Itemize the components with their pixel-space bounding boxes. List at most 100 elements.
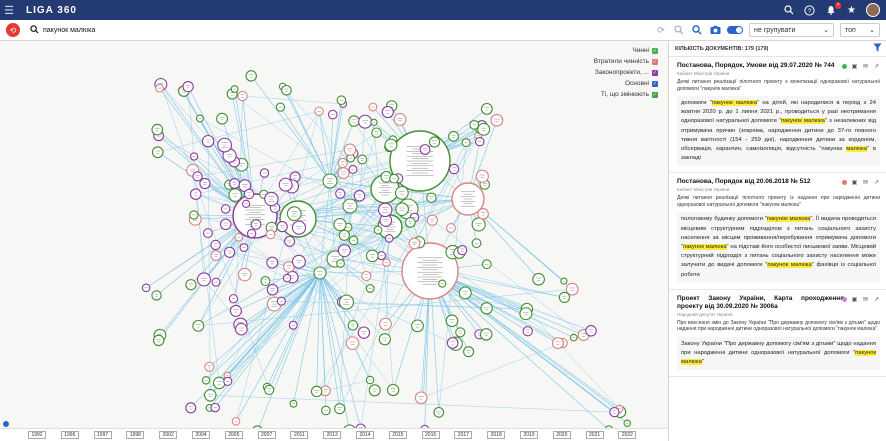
graph-node[interactable] xyxy=(477,208,489,220)
graph-node[interactable] xyxy=(229,177,240,189)
graph-node[interactable] xyxy=(204,389,217,402)
timeline-year[interactable]: 2013 xyxy=(323,431,342,439)
graph-node[interactable] xyxy=(313,266,327,280)
graph-node[interactable] xyxy=(448,163,460,175)
timeline-year[interactable]: 1997 xyxy=(93,431,112,439)
timeline-year[interactable]: 2005 xyxy=(224,431,243,439)
graph-node[interactable] xyxy=(337,157,348,169)
timeline-year[interactable]: 2004 xyxy=(192,431,210,439)
graph-node[interactable] xyxy=(229,304,242,317)
graph-node[interactable] xyxy=(428,136,441,148)
notifications-icon[interactable]: • xyxy=(824,1,841,17)
graph-node[interactable] xyxy=(199,177,211,190)
graph-node[interactable] xyxy=(490,113,504,127)
graph-node[interactable] xyxy=(201,134,215,148)
timeline-year[interactable]: 2018 xyxy=(487,431,506,439)
graph-node[interactable] xyxy=(371,127,382,139)
graph-node[interactable] xyxy=(426,192,437,203)
graph-node[interactable] xyxy=(585,324,597,337)
timeline-year[interactable]: 1992 xyxy=(28,431,46,439)
document-graph[interactable] xyxy=(0,41,668,428)
graph-node[interactable] xyxy=(284,235,296,247)
graph-node[interactable] xyxy=(477,122,491,136)
timeline-year[interactable]: 2011 xyxy=(290,431,309,439)
liga-logo-icon[interactable]: ⟲ xyxy=(6,23,20,37)
graph-node[interactable] xyxy=(471,217,486,232)
external-link-icon[interactable]: ↗ xyxy=(873,179,880,186)
graph-node[interactable] xyxy=(210,250,222,262)
legend-checkbox[interactable]: ✓ xyxy=(652,47,658,54)
graph-node[interactable] xyxy=(480,102,493,115)
graph-node[interactable] xyxy=(384,138,398,152)
graph-node[interactable] xyxy=(243,188,255,200)
legend-checkbox[interactable]: ✓ xyxy=(652,69,658,76)
graph-node[interactable] xyxy=(386,383,400,397)
graph-toggle[interactable] xyxy=(727,26,743,34)
graph-node[interactable] xyxy=(357,154,368,165)
graph-node[interactable] xyxy=(379,317,392,331)
graph-nodes[interactable] xyxy=(141,70,632,428)
graph-node[interactable] xyxy=(457,245,468,256)
filter-icon[interactable] xyxy=(873,43,882,55)
graph-node[interactable] xyxy=(446,337,459,349)
graph-node[interactable] xyxy=(353,190,366,202)
graph-node[interactable] xyxy=(250,219,262,230)
timeline-year[interactable]: 2020 xyxy=(552,431,571,439)
graph-node[interactable] xyxy=(291,220,307,235)
open-icon[interactable]: ▣ xyxy=(851,63,858,70)
graph-node[interactable] xyxy=(551,337,564,350)
graph-node[interactable] xyxy=(343,143,357,157)
graph-node[interactable] xyxy=(463,346,475,358)
graph-node[interactable] xyxy=(338,229,350,241)
graph-node[interactable] xyxy=(345,336,360,351)
timeline-year[interactable]: 2021 xyxy=(585,431,604,439)
graph-node[interactable] xyxy=(204,361,215,372)
graph-node[interactable] xyxy=(334,403,346,415)
graph-node[interactable] xyxy=(266,256,279,269)
zoom-out-icon[interactable] xyxy=(673,24,685,36)
graph-node[interactable] xyxy=(361,270,372,282)
graph-node[interactable] xyxy=(151,123,164,136)
star-icon[interactable]: ★ xyxy=(845,4,858,17)
document-card[interactable]: ▣ ✉ ↗ Постанова, Порядок, Умови від 29.07.2… xyxy=(669,57,886,174)
graph-node[interactable] xyxy=(458,286,472,300)
graph-node[interactable] xyxy=(419,144,431,155)
help-icon[interactable]: ? xyxy=(803,4,816,17)
graph-node[interactable] xyxy=(558,291,571,304)
graph-node[interactable] xyxy=(245,70,257,82)
graph-node[interactable] xyxy=(219,218,232,231)
graph-node[interactable] xyxy=(291,254,306,269)
external-link-icon[interactable]: ↗ xyxy=(873,296,880,303)
graph-node[interactable] xyxy=(479,328,493,341)
graph-node[interactable] xyxy=(281,84,292,96)
graph-node[interactable] xyxy=(395,202,409,217)
avatar[interactable] xyxy=(866,3,880,17)
timeline-year[interactable]: 2022 xyxy=(618,431,637,439)
graph-node[interactable] xyxy=(455,327,466,338)
graph-node[interactable] xyxy=(235,322,248,336)
graph-node[interactable] xyxy=(237,90,248,102)
graph-node[interactable] xyxy=(522,326,533,337)
graph-node[interactable] xyxy=(264,384,275,396)
menu-icon[interactable]: ☰ xyxy=(0,0,18,20)
graph-node[interactable] xyxy=(337,167,350,180)
graph-node[interactable] xyxy=(210,239,221,251)
graph-node[interactable] xyxy=(368,384,381,397)
timeline-year[interactable]: 2019 xyxy=(520,431,538,439)
graph-node[interactable] xyxy=(426,214,438,226)
graph-node[interactable] xyxy=(260,276,271,287)
group-select[interactable]: не групувати ⌄ xyxy=(749,23,834,37)
document-card[interactable]: ▣ ✉ ↗ Постанова, Порядок від 20.06.2018 № 5… xyxy=(669,173,886,290)
timeline-year[interactable]: 2002 xyxy=(159,431,178,439)
graph-node[interactable] xyxy=(365,249,379,263)
graph-node[interactable] xyxy=(196,272,212,287)
graph-node[interactable] xyxy=(276,221,288,233)
graph-node[interactable] xyxy=(151,146,164,159)
graph-node[interactable] xyxy=(358,114,373,129)
graph-node[interactable] xyxy=(475,169,489,183)
graph-node[interactable] xyxy=(393,112,407,126)
timeline-year[interactable]: 2015 xyxy=(388,431,407,439)
graph-node[interactable] xyxy=(394,185,409,200)
graph-node[interactable] xyxy=(151,290,162,301)
open-icon[interactable]: ▣ xyxy=(851,179,858,186)
